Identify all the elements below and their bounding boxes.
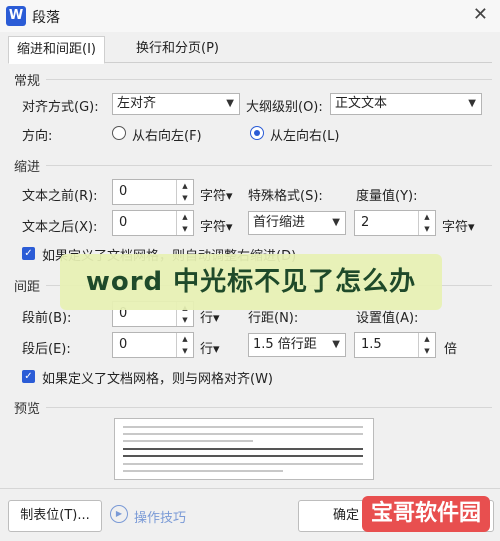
indent-before-value: 0 bbox=[119, 184, 128, 199]
dir-rtl-label[interactable]: 从右向左(F) bbox=[132, 125, 202, 144]
chevron-down-icon: ▼ bbox=[226, 98, 234, 109]
section-divider bbox=[46, 407, 492, 408]
preview-line bbox=[123, 463, 363, 465]
space-after-unit[interactable]: 行▾ bbox=[200, 338, 220, 357]
tab-line-page-breaks[interactable]: 换行和分页(P) bbox=[128, 36, 227, 62]
play-circle-icon[interactable]: ▶ bbox=[110, 505, 128, 523]
spin-up-icon[interactable]: ▲ bbox=[419, 333, 435, 345]
checkbox-checked-icon[interactable]: ✓ bbox=[22, 370, 35, 383]
indent-before-stepper[interactable]: 0 ▲ ▼ bbox=[112, 179, 194, 205]
spacing-section-label: 间距 bbox=[14, 280, 41, 295]
spin-down-icon[interactable]: ▼ bbox=[177, 223, 193, 235]
space-after-stepper[interactable]: 0 ▲ ▼ bbox=[112, 332, 194, 358]
indent-after-label: 文本之后(X): bbox=[22, 220, 98, 235]
align-label: 对齐方式(G): bbox=[22, 100, 99, 115]
word-logo-icon: W bbox=[6, 6, 26, 26]
spin-down-icon[interactable]: ▼ bbox=[419, 345, 435, 357]
indent-before-label: 文本之前(R): bbox=[22, 189, 98, 204]
radio-icon[interactable] bbox=[250, 126, 264, 140]
preview-line bbox=[123, 470, 283, 472]
indent-after-stepper[interactable]: 0 ▲ ▼ bbox=[112, 210, 194, 236]
tab-indent-spacing[interactable]: 缩进和间距(I) bbox=[8, 36, 105, 64]
outline-select[interactable]: 正文文本 ▼ bbox=[330, 93, 482, 115]
outline-value: 正文文本 bbox=[335, 96, 388, 111]
preview-line bbox=[123, 455, 363, 457]
direction-label: 方向: bbox=[22, 129, 53, 144]
spin-up-icon[interactable]: ▲ bbox=[177, 211, 193, 223]
snap-to-grid-label[interactable]: 如果定义了文档网格，则与网格对齐(W) bbox=[42, 368, 273, 387]
preview-line bbox=[123, 433, 363, 435]
radio-icon[interactable] bbox=[112, 126, 126, 140]
spin-up-icon[interactable]: ▲ bbox=[177, 180, 193, 192]
spin-down-icon[interactable]: ▼ bbox=[177, 345, 193, 357]
special-format-label: 特殊格式(S): bbox=[248, 189, 323, 204]
checkbox-checked-icon[interactable]: ✓ bbox=[22, 247, 35, 260]
spin-up-icon[interactable]: ▲ bbox=[177, 333, 193, 345]
measure-stepper[interactable]: 2 ▲ ▼ bbox=[354, 210, 436, 236]
section-divider bbox=[46, 165, 492, 166]
tab-stops-button[interactable]: 制表位(T)... bbox=[8, 500, 102, 532]
special-format-value: 首行缩进 bbox=[253, 215, 306, 230]
watermark-badge: 宝哥软件园 bbox=[362, 496, 490, 532]
preview-line bbox=[123, 426, 363, 428]
indent-section-label: 缩进 bbox=[14, 160, 41, 175]
general-section-label: 常规 bbox=[14, 74, 41, 89]
align-select[interactable]: 左对齐 ▼ bbox=[112, 93, 240, 115]
tips-link[interactable]: 操作技巧 bbox=[134, 507, 186, 526]
set-value-unit: 倍 bbox=[444, 342, 458, 357]
special-format-select[interactable]: 首行缩进 ▼ bbox=[248, 211, 346, 235]
footer-divider bbox=[0, 488, 500, 489]
measure-value: 2 bbox=[361, 215, 370, 230]
preview-line bbox=[123, 448, 363, 450]
preview-line bbox=[123, 440, 253, 442]
indent-before-unit[interactable]: 字符▾ bbox=[200, 185, 233, 204]
spin-down-icon[interactable]: ▼ bbox=[177, 192, 193, 204]
spin-up-icon[interactable]: ▲ bbox=[419, 211, 435, 223]
spin-down-icon[interactable]: ▼ bbox=[177, 314, 193, 326]
indent-after-unit[interactable]: 字符▾ bbox=[200, 216, 233, 235]
spin-down-icon[interactable]: ▼ bbox=[419, 223, 435, 235]
space-after-value: 0 bbox=[119, 337, 128, 352]
outline-label: 大纲级别(O): bbox=[246, 100, 323, 115]
preview-section-label: 预览 bbox=[14, 402, 41, 417]
line-spacing-value: 1.5 倍行距 bbox=[253, 337, 317, 352]
chevron-down-icon: ▼ bbox=[332, 339, 340, 350]
measure-unit[interactable]: 字符▾ bbox=[442, 216, 475, 235]
dir-ltr-label[interactable]: 从左向右(L) bbox=[270, 125, 339, 144]
chevron-down-icon: ▼ bbox=[332, 217, 340, 228]
paragraph-preview bbox=[114, 418, 374, 480]
measure-label: 度量值(Y): bbox=[356, 189, 418, 204]
chevron-down-icon: ▼ bbox=[468, 98, 476, 109]
indent-after-value: 0 bbox=[119, 215, 128, 230]
section-divider bbox=[46, 79, 492, 80]
align-value: 左对齐 bbox=[117, 96, 157, 111]
space-after-label: 段后(E): bbox=[22, 342, 71, 357]
set-value-stepper[interactable]: 1.5 ▲ ▼ bbox=[354, 332, 436, 358]
overlay-caption: word 中光标不见了怎么办 bbox=[60, 254, 442, 310]
line-spacing-select[interactable]: 1.5 倍行距 ▼ bbox=[248, 333, 346, 357]
dialog-title: 段落 bbox=[32, 10, 60, 26]
close-icon[interactable]: ✕ bbox=[473, 4, 488, 25]
title-bar bbox=[0, 0, 500, 32]
set-value-value: 1.5 bbox=[361, 337, 382, 352]
